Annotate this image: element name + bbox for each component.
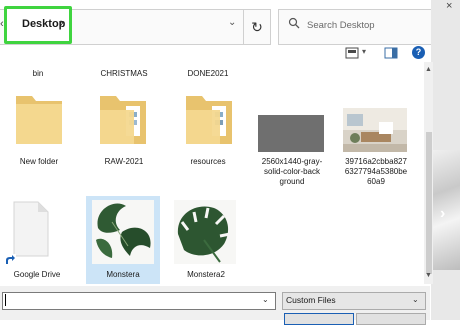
address-history-dropdown-icon[interactable]: ⌄	[228, 17, 236, 28]
filename-dropdown-icon[interactable]: ⌄	[262, 295, 269, 304]
background-photo	[431, 150, 460, 270]
preview-pane-icon[interactable]	[384, 47, 398, 59]
breadcrumb-chevron-icon[interactable]: ›	[60, 17, 64, 29]
file-label[interactable]: New folder	[6, 157, 72, 167]
file-label[interactable]: Monstera2	[168, 270, 244, 280]
view-dropdown-icon[interactable]: ▾	[362, 47, 366, 56]
filetype-selected: Custom Files	[286, 295, 336, 305]
file-label[interactable]: 39716a2cbba827 6327794a5380be 60a9	[338, 157, 414, 187]
file-label[interactable]: resources	[172, 157, 244, 167]
address-toolbar: ‹ Desktop › ⌄ ↻ Search Desktop	[0, 0, 432, 52]
shortcut-arrow-icon	[4, 254, 16, 266]
search-icon	[288, 17, 300, 29]
file-label[interactable]: DONE2021	[172, 69, 244, 79]
file-label[interactable]: CHRISTMAS	[88, 69, 160, 79]
next-arrow-icon[interactable]: ›	[440, 205, 445, 223]
cancel-button[interactable]	[356, 313, 426, 325]
image-thumbnail[interactable]	[343, 108, 407, 152]
scroll-down-icon[interactable]: ▼	[425, 272, 432, 279]
close-icon[interactable]: ×	[446, 0, 452, 12]
file-label[interactable]: Google Drive	[4, 270, 70, 280]
text-caret	[5, 294, 6, 306]
document-icon[interactable]	[10, 200, 50, 258]
view-options-icon[interactable]	[345, 47, 359, 59]
help-button[interactable]: ?	[412, 46, 425, 59]
folder-icon[interactable]	[14, 88, 64, 146]
folder-icon[interactable]	[98, 88, 148, 146]
file-label[interactable]: Monstera	[86, 270, 160, 280]
folder-icon[interactable]	[184, 88, 234, 146]
image-thumbnail[interactable]	[92, 200, 154, 264]
file-label[interactable]: bin	[18, 69, 58, 79]
filename-input[interactable]	[2, 292, 276, 310]
file-label[interactable]: RAW-2021	[88, 157, 160, 167]
scrollbar-thumb[interactable]	[426, 132, 432, 274]
search-placeholder: Search Desktop	[307, 20, 375, 31]
filetype-dropdown-icon[interactable]: ⌄	[412, 295, 419, 304]
image-thumbnail[interactable]	[174, 200, 236, 264]
breadcrumb-desktop[interactable]: Desktop	[22, 18, 65, 30]
refresh-button[interactable]: ↻	[244, 9, 271, 45]
open-button[interactable]	[284, 313, 354, 325]
file-label[interactable]: 2560x1440-gray- solid-color-back ground	[252, 157, 332, 187]
image-thumbnail[interactable]	[258, 115, 324, 152]
scroll-up-icon[interactable]: ▲	[425, 66, 432, 73]
